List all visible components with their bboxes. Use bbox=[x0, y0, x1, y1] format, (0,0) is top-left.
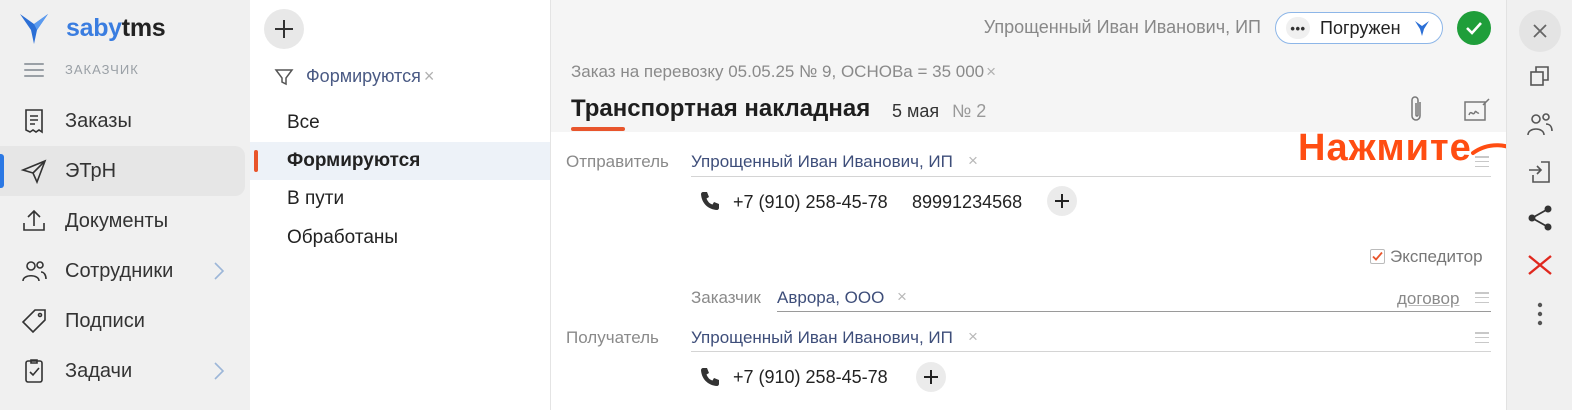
people-icon bbox=[22, 261, 47, 282]
filter-item-all[interactable]: Все bbox=[250, 104, 550, 142]
breadcrumb[interactable]: Заказ на перевозку 05.05.25 № 9, ОСНОВа … bbox=[571, 62, 996, 82]
close-button[interactable] bbox=[1519, 10, 1561, 52]
sender-label: Отправитель bbox=[566, 152, 669, 171]
status-label: Погружен bbox=[1320, 17, 1401, 38]
sidebar-item-etrn[interactable]: ЭТрН bbox=[0, 146, 245, 196]
sidebar-item-label: ЭТрН bbox=[65, 159, 117, 182]
phone-icon bbox=[701, 368, 719, 386]
app-logo[interactable]: sabytms bbox=[16, 10, 166, 46]
role-switcher[interactable]: ЗАКАЗЧИК bbox=[24, 62, 139, 77]
more-actions-icon[interactable]: ••• bbox=[1286, 17, 1310, 39]
filter-item-forming[interactable]: Формируются bbox=[250, 142, 550, 180]
recipient-value[interactable]: Упрощенный Иван Иванович, ИП bbox=[691, 328, 953, 348]
sidebar-item-documents[interactable]: Документы bbox=[0, 196, 245, 246]
menu-icon[interactable] bbox=[24, 62, 44, 77]
saby-mark-icon bbox=[1415, 21, 1429, 36]
add-phone-button[interactable] bbox=[916, 362, 946, 392]
clear-customer-icon[interactable]: × bbox=[897, 287, 907, 307]
sidebar: sabytms ЗАКАЗЧИК Заказы ЭТрН Документы С… bbox=[0, 0, 250, 410]
sidebar-item-orders[interactable]: Заказы bbox=[0, 96, 245, 146]
drag-handle-icon[interactable] bbox=[1475, 332, 1489, 343]
chevron-right-icon[interactable] bbox=[212, 360, 226, 382]
checkmark-icon bbox=[1466, 22, 1482, 35]
active-filter[interactable]: Формируются × bbox=[274, 66, 434, 87]
tag-icon bbox=[21, 309, 46, 334]
receipt-icon bbox=[25, 109, 43, 134]
more-button[interactable] bbox=[1524, 298, 1556, 330]
title-underline bbox=[571, 127, 625, 131]
sender-value[interactable]: Упрощенный Иван Иванович, ИП bbox=[691, 152, 953, 172]
sidebar-item-label: Документы bbox=[65, 209, 169, 232]
filter-icon bbox=[274, 68, 294, 85]
phone-icon bbox=[701, 192, 719, 210]
clear-sender-icon[interactable]: × bbox=[968, 151, 978, 171]
contract-link[interactable]: договор bbox=[1397, 289, 1459, 309]
saby-logo-icon bbox=[20, 14, 48, 44]
share-icon bbox=[1528, 205, 1552, 231]
approve-button[interactable] bbox=[1457, 11, 1491, 45]
breadcrumb-text[interactable]: Заказ на перевозку 05.05.25 № 9, ОСНОВа … bbox=[571, 62, 984, 81]
participants-icon bbox=[1527, 113, 1553, 136]
check-icon bbox=[1372, 251, 1383, 261]
role-label: ЗАКАЗЧИК bbox=[65, 62, 139, 77]
plus-icon bbox=[1055, 194, 1069, 208]
sidebar-item-signatures[interactable]: Подписи bbox=[0, 296, 245, 346]
document-header: Упрощенный Иван Иванович, ИП ••• Погруже… bbox=[551, 0, 1507, 132]
sidebar-item-label: Задачи bbox=[65, 359, 133, 382]
customer-label: Заказчик bbox=[691, 288, 761, 307]
clear-filter-icon[interactable]: × bbox=[424, 66, 435, 87]
filter-item-processed[interactable]: Обработаны bbox=[250, 219, 550, 257]
close-icon[interactable]: × bbox=[986, 62, 996, 81]
add-button[interactable] bbox=[264, 9, 304, 49]
sidebar-item-label: Заказы bbox=[65, 109, 132, 132]
document-date[interactable]: 5 мая bbox=[892, 101, 939, 122]
sender-phone[interactable]: +7 (910) 258-45-78 bbox=[733, 192, 888, 213]
filter-panel: Формируются × Все Формируются В пути Обр… bbox=[250, 0, 550, 410]
close-icon bbox=[1533, 24, 1547, 38]
page-title: Транспортная накладная bbox=[571, 95, 871, 122]
copy-icon bbox=[1530, 66, 1549, 86]
import-button[interactable] bbox=[1524, 156, 1556, 188]
document-number[interactable]: № 2 bbox=[952, 101, 986, 122]
plus-icon bbox=[924, 370, 938, 384]
forwarder-label[interactable]: Экспедитор bbox=[1390, 247, 1483, 267]
import-icon bbox=[1529, 161, 1550, 183]
recipient-phone[interactable]: +7 (910) 258-45-78 bbox=[733, 367, 888, 388]
participants-button[interactable] bbox=[1524, 108, 1556, 140]
upload-icon bbox=[23, 209, 45, 231]
share-button[interactable] bbox=[1524, 202, 1556, 234]
filter-value: Формируются bbox=[306, 66, 421, 86]
sidebar-item-employees[interactable]: Сотрудники bbox=[0, 246, 245, 296]
sidebar-item-label: Сотрудники bbox=[65, 259, 174, 282]
forwarder-checkbox[interactable] bbox=[1370, 249, 1385, 264]
send-icon bbox=[20, 159, 47, 185]
chevron-right-icon[interactable] bbox=[212, 260, 226, 282]
sidebar-item-tasks[interactable]: Задачи bbox=[0, 346, 245, 396]
recipient-label: Получатель bbox=[566, 328, 659, 347]
sidebar-item-label: Подписи bbox=[65, 309, 145, 332]
field-underline bbox=[777, 311, 1491, 312]
signature-icon[interactable] bbox=[1461, 96, 1491, 124]
more-vertical-icon bbox=[1537, 302, 1543, 326]
hint-label: Нажмите bbox=[1298, 127, 1472, 169]
filter-item-in-transit[interactable]: В пути bbox=[250, 180, 550, 218]
delete-button[interactable] bbox=[1524, 249, 1556, 281]
customer-value[interactable]: Аврора, ООО bbox=[777, 288, 884, 308]
field-underline bbox=[691, 176, 1491, 177]
clear-recipient-icon[interactable]: × bbox=[968, 327, 978, 347]
right-toolbar bbox=[1506, 0, 1572, 410]
plus-icon bbox=[275, 20, 293, 38]
drag-handle-icon[interactable] bbox=[1475, 292, 1489, 303]
app-name: sabytms bbox=[66, 13, 166, 42]
paperclip-icon[interactable] bbox=[1405, 94, 1427, 124]
sender-phone-2[interactable]: 89991234568 bbox=[912, 192, 1022, 213]
field-underline bbox=[691, 351, 1491, 352]
clipboard-icon bbox=[25, 359, 43, 383]
org-name[interactable]: Упрощенный Иван Иванович, ИП bbox=[984, 17, 1261, 38]
document-panel: Упрощенный Иван Иванович, ИП ••• Погруже… bbox=[550, 0, 1527, 410]
delete-icon bbox=[1528, 255, 1552, 275]
status-button[interactable]: ••• Погружен bbox=[1275, 12, 1443, 44]
copy-button[interactable] bbox=[1524, 60, 1556, 92]
add-phone-button[interactable] bbox=[1047, 186, 1077, 216]
